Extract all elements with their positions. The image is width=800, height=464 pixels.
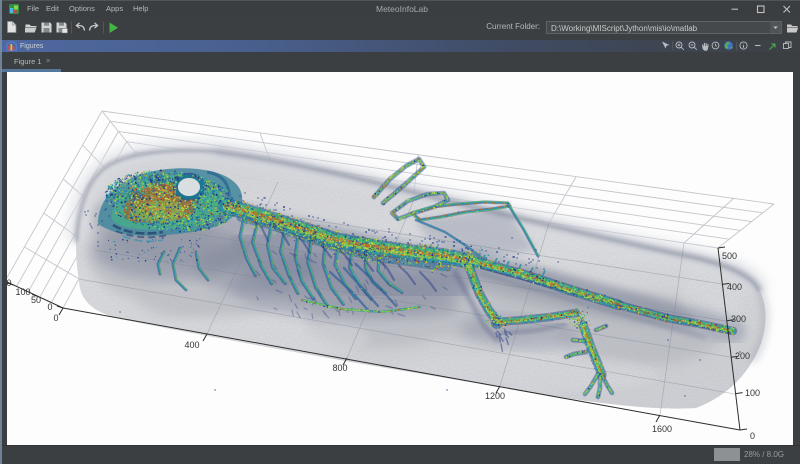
svg-text:400: 400 [184, 340, 199, 350]
svg-text:200: 200 [735, 351, 750, 361]
svg-text:0: 0 [750, 431, 755, 441]
svg-text:500: 500 [722, 251, 737, 261]
svg-text:100: 100 [15, 287, 30, 297]
svg-text:800: 800 [332, 363, 347, 373]
svg-text:50: 50 [31, 295, 41, 305]
svg-text:1600: 1600 [652, 424, 672, 434]
svg-text:300: 300 [731, 314, 746, 324]
svg-text:400: 400 [727, 282, 742, 292]
svg-text:0: 0 [47, 302, 52, 312]
svg-text:0: 0 [53, 313, 58, 323]
svg-text:0: 0 [6, 278, 11, 288]
svg-text:100: 100 [745, 388, 760, 398]
svg-text:1200: 1200 [485, 391, 505, 401]
